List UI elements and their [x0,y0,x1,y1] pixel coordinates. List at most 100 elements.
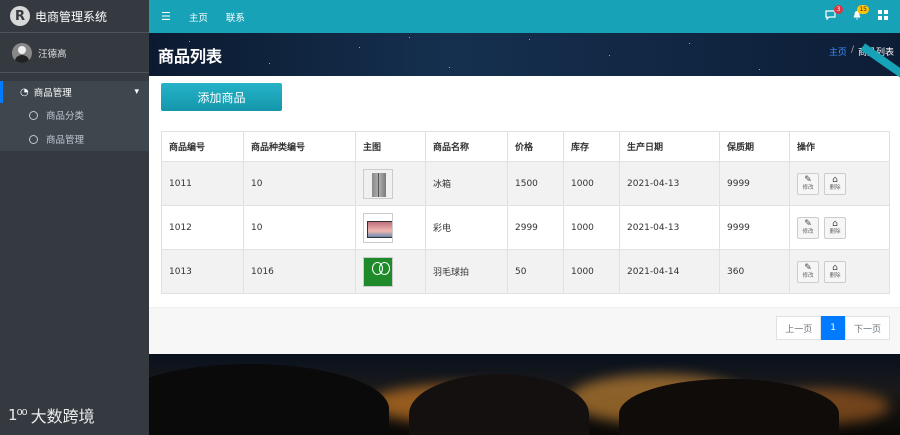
delete-label: 删除 [829,273,841,279]
cell-stock: 1000 [563,205,620,250]
next-page-button[interactable]: 下一页 [844,316,890,340]
sidebar-group-product-management[interactable]: ◔ 商品管理 ▾ [0,81,149,103]
navbar-right: 3 15 [825,5,900,23]
delete-button[interactable]: ⌂ 删除 [824,172,846,195]
sidebar-item-category[interactable]: 商品分类 [0,103,149,127]
brand-logo-icon: R [10,6,30,26]
watermark-text: 大数跨境 [30,407,95,426]
page-button-current[interactable]: 1 [821,316,845,340]
edit-icon: ✎ [804,263,812,273]
add-product-button[interactable]: 添加商品 [161,83,282,111]
cell-shelf-life: 9999 [719,161,790,206]
cell-id: 1011 [161,161,244,206]
sidebar: R 电商管理系统 汪德高 ◔ 商品管理 ▾ 商品分类 商品管理 1⁰⁰ 大数跨境 [0,0,149,435]
user-panel[interactable]: 汪德高 [0,33,149,73]
prev-page-button[interactable]: 上一页 [776,316,822,340]
delete-label: 删除 [829,229,841,235]
delete-label: 删除 [829,185,841,191]
cell-date: 2021-04-13 [619,161,720,206]
nav-link-contact[interactable]: 联系 [226,10,245,24]
page-title: 商品列表 [158,47,223,66]
col-header-name: 商品名称 [425,131,508,162]
racket-image [363,256,393,287]
delete-icon: ⌂ [832,263,838,273]
content-header: 商品列表 主页 / 商品列表 [149,33,900,76]
col-header-image: 主图 [355,131,426,162]
dashboard-icon: ◔ [20,86,29,98]
sidebar-submenu: 商品分类 商品管理 [0,103,149,151]
messages-icon[interactable]: 3 [825,5,843,23]
grid-icon[interactable] [878,10,888,23]
cell-actions: ✎ 修改 ⌂ 删除 [789,161,890,206]
messages-badge: 3 [834,5,843,14]
cell-image [355,161,426,206]
edit-icon: ✎ [804,219,812,229]
edit-label: 修改 [802,185,814,191]
nav-link-home[interactable]: 主页 [189,10,208,24]
brand-text: 电商管理系统 [35,9,108,24]
delete-button[interactable]: ⌂ 删除 [824,216,846,239]
avatar [12,42,32,63]
edit-button[interactable]: ✎ 修改 [797,172,819,195]
product-table: 商品编号 商品种类编号 主图 商品名称 价格 库存 生产日期 保质期 操作 10… [161,131,890,294]
watermark-logo: 1⁰⁰ [8,406,28,424]
fridge-image [363,168,393,199]
watermark: 1⁰⁰ 大数跨境 [8,403,95,427]
sidebar-group-label: 商品管理 [33,88,72,99]
cell-image [355,249,426,294]
brand[interactable]: R 电商管理系统 [0,0,149,33]
cell-name: 彩电 [425,205,508,250]
col-header-shelf-life: 保质期 [719,131,790,162]
cell-id: 1013 [161,249,244,294]
card-footer: 上一页 1 下一页 [149,307,900,354]
cell-image [355,205,426,250]
col-header-price: 价格 [507,131,564,162]
cell-name: 冰箱 [425,161,508,206]
cell-name: 羽毛球拍 [425,249,508,294]
top-navbar: ☰ 主页 联系 3 15 [149,0,900,33]
main-card: 添加商品 商品编号 商品种类编号 主图 商品名称 价格 库存 生产日期 保质期 … [149,43,900,354]
sidebar-item-products[interactable]: 商品管理 [0,127,149,151]
starfield-background [149,33,900,76]
cell-actions: ✎ 修改 ⌂ 删除 [789,205,890,250]
sidebar-item-label: 商品管理 [46,135,85,146]
table-row: 1013 1016 羽毛球拍 50 1000 2021-04-14 360 ✎ … [161,249,890,294]
col-header-category: 商品种类编号 [243,131,356,162]
pagination: 上一页 1 下一页 [776,316,890,340]
cell-actions: ✎ 修改 ⌂ 删除 [789,249,890,294]
col-header-stock: 库存 [563,131,620,162]
breadcrumb-separator: / [850,45,854,55]
cell-id: 1012 [161,205,244,250]
edit-icon: ✎ [804,175,812,185]
cell-category: 10 [243,205,356,250]
cell-shelf-life: 360 [719,249,790,294]
night-landscape-background [149,354,900,435]
cell-price: 50 [507,249,564,294]
notifications-badge: 15 [857,5,869,14]
table-header-row: 商品编号 商品种类编号 主图 商品名称 价格 库存 生产日期 保质期 操作 [161,131,890,162]
delete-button[interactable]: ⌂ 删除 [824,260,846,283]
menu-toggle-icon[interactable]: ☰ [161,10,171,23]
cell-date: 2021-04-14 [619,249,720,294]
cell-price: 2999 [507,205,564,250]
cell-category: 10 [243,161,356,206]
table-row: 1012 10 彩电 2999 1000 2021-04-13 9999 ✎ 修… [161,205,890,250]
user-name: 汪德高 [38,48,67,60]
cell-category: 1016 [243,249,356,294]
bell-icon[interactable]: 15 [852,5,869,23]
chevron-down-icon: ▾ [134,87,139,97]
cell-date: 2021-04-13 [619,205,720,250]
cell-price: 1500 [507,161,564,206]
edit-button[interactable]: ✎ 修改 [797,216,819,239]
breadcrumb-home[interactable]: 主页 [829,45,847,58]
sidebar-item-label: 商品分类 [46,111,85,122]
circle-icon [29,134,38,144]
table-row: 1011 10 冰箱 1500 1000 2021-04-13 9999 ✎ 修… [161,161,890,206]
edit-button[interactable]: ✎ 修改 [797,260,819,283]
tv-image [363,212,393,243]
circle-icon [29,110,38,120]
sidebar-nav: ◔ 商品管理 ▾ 商品分类 商品管理 [0,73,149,151]
col-header-date: 生产日期 [619,131,720,162]
edit-label: 修改 [802,229,814,235]
cell-stock: 1000 [563,161,620,206]
